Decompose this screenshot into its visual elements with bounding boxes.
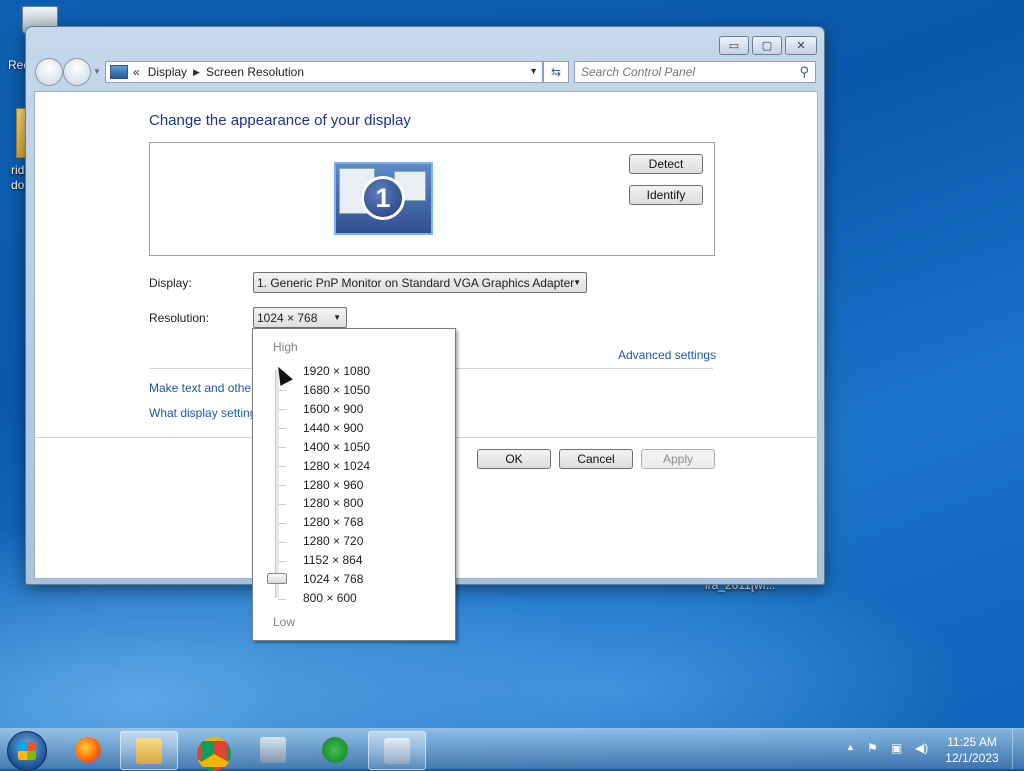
taskbar: ▲ ⚑ ▣ ◀) 11:25 AM 12/1/2023 (0, 728, 1024, 771)
display-select[interactable]: 1. Generic PnP Monitor on Standard VGA G… (253, 272, 587, 293)
detect-button[interactable]: Detect (629, 154, 703, 174)
desktop-folder-label-1: rid (11, 163, 25, 177)
back-button[interactable] (35, 58, 63, 86)
chevron-down-icon: ▼ (333, 313, 341, 322)
forward-button[interactable] (63, 58, 91, 86)
clock[interactable]: 11:25 AM 12/1/2023 (936, 734, 1008, 766)
slider-tick (278, 542, 286, 543)
show-desktop-button[interactable] (1012, 729, 1024, 769)
resolution-select-value: 1024 × 768 (257, 310, 318, 325)
slider-tick (278, 447, 286, 448)
display-select-value: 1. Generic PnP Monitor on Standard VGA G… (257, 275, 575, 290)
high-label: High (273, 340, 298, 354)
resolution-option[interactable]: 1920 × 1080 (303, 364, 370, 378)
start-button[interactable] (7, 731, 47, 771)
network-computer-icon (260, 737, 286, 763)
taskbar-file-explorer[interactable] (120, 731, 178, 770)
show-hidden-icons[interactable]: ▲ (846, 742, 855, 752)
volume-icon[interactable]: ◀) (915, 741, 928, 755)
breadcrumb-separator-icon[interactable]: ▶ (193, 67, 200, 78)
taskbar-network-tool[interactable] (245, 731, 301, 768)
resolution-option[interactable]: 1440 × 900 (303, 421, 363, 435)
breadcrumb-prefix[interactable]: « (133, 65, 140, 79)
page-title: Change the appearance of your display (149, 112, 411, 129)
resolution-slider-track[interactable] (275, 370, 279, 598)
taskbar-control-panel[interactable] (368, 731, 426, 770)
search-input[interactable] (575, 64, 793, 80)
resolution-option[interactable]: 1280 × 768 (303, 515, 363, 529)
resolution-label: Resolution: (149, 311, 210, 325)
slider-tick (278, 561, 286, 562)
clock-date: 12/1/2023 (945, 751, 999, 765)
slider-tick (278, 428, 286, 429)
slider-tick (278, 409, 286, 410)
taskbar-chrome[interactable] (182, 731, 238, 771)
action-center-icon[interactable]: ⚑ (867, 741, 878, 755)
network-icon[interactable]: ▣ (891, 741, 902, 755)
resolution-option-selected[interactable]: 1024 × 768 (303, 572, 363, 586)
control-panel-icon (384, 738, 410, 764)
slider-tick (278, 599, 286, 600)
clock-time: 11:25 AM (947, 735, 997, 749)
address-bar[interactable]: « Display ▶ Screen Resolution ▼ (105, 61, 543, 83)
breadcrumb-display[interactable]: Display (148, 65, 187, 79)
display-settings-help-link[interactable]: What display setting (149, 406, 256, 420)
resolution-option[interactable]: 1280 × 800 (303, 496, 363, 510)
chevron-down-icon: ▼ (573, 278, 581, 287)
resolution-option[interactable]: 800 × 600 (303, 591, 357, 605)
resolution-option[interactable]: 1280 × 720 (303, 534, 363, 548)
resolution-option[interactable]: 1680 × 1050 (303, 383, 370, 397)
resolution-option[interactable]: 1400 × 1050 (303, 440, 370, 454)
monitor-number: 1 (361, 176, 405, 220)
resolution-option[interactable]: 1600 × 900 (303, 402, 363, 416)
taskbar-firefox[interactable] (60, 731, 116, 768)
resolution-option[interactable]: 1280 × 1024 (303, 459, 370, 473)
search-icon[interactable]: ⚲ (799, 64, 809, 80)
search-box[interactable]: ⚲ (574, 61, 816, 83)
recent-pages-dropdown-icon[interactable]: ▼ (93, 67, 101, 76)
taskbar-ea-app[interactable] (307, 731, 363, 768)
apply-button: Apply (641, 449, 715, 469)
maximize-button[interactable]: ▢ (752, 36, 782, 55)
slider-tick (278, 390, 286, 391)
ok-button[interactable]: OK (477, 449, 551, 469)
refresh-button[interactable]: ⇆ (543, 61, 569, 83)
breadcrumb-screen-resolution[interactable]: Screen Resolution (206, 65, 304, 79)
ea-icon (322, 737, 348, 763)
desktop-folder-label-2: do (11, 178, 25, 192)
windows-logo-icon (18, 742, 36, 760)
low-label: Low (273, 615, 296, 629)
slider-tick (278, 504, 286, 505)
firefox-icon (75, 737, 101, 763)
identify-button[interactable]: Identify (629, 185, 703, 205)
resolution-option[interactable]: 1280 × 960 (303, 478, 363, 492)
close-button[interactable]: ✕ (785, 36, 817, 55)
resolution-slider-thumb[interactable] (267, 573, 287, 584)
monitor-preview-area: 1 Detect Identify (149, 142, 715, 256)
minimize-button[interactable]: ▭ (719, 36, 749, 55)
slider-tick (278, 523, 286, 524)
address-dropdown-icon[interactable]: ▼ (529, 66, 538, 76)
cancel-button[interactable]: Cancel (559, 449, 633, 469)
text-size-link[interactable]: Make text and other (149, 381, 255, 395)
slider-tick (278, 485, 286, 486)
advanced-settings-link[interactable]: Advanced settings (618, 348, 716, 362)
monitor-1-icon[interactable]: 1 (334, 162, 433, 235)
control-panel-icon (110, 65, 128, 79)
chrome-icon (197, 737, 231, 771)
resolution-select[interactable]: 1024 × 768 ▼ (253, 307, 347, 328)
display-label: Display: (149, 276, 192, 290)
slider-tick (278, 466, 286, 467)
resolution-option[interactable]: 1152 × 864 (303, 553, 363, 567)
folder-icon (136, 738, 162, 764)
